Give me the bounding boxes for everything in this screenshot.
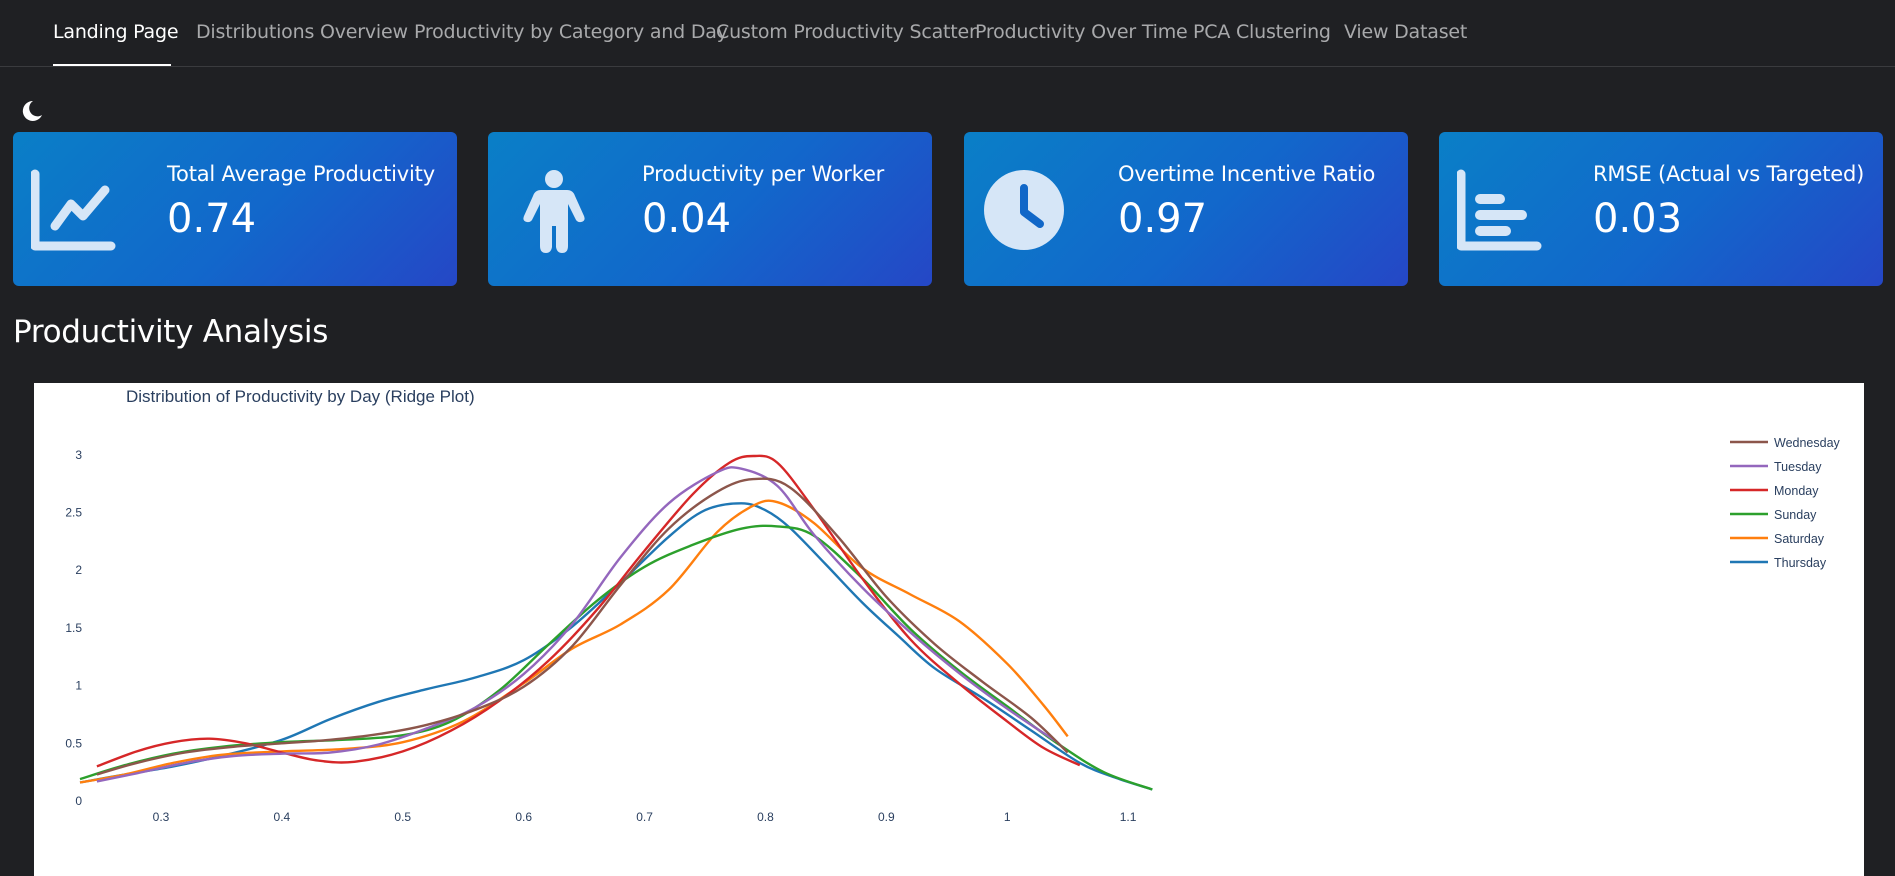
legend-item-thursday[interactable]: Thursday xyxy=(1730,556,1827,570)
y-tick-label: 1.5 xyxy=(65,621,82,635)
tab-custom-productivity-scatter[interactable]: Custom Productivity Scatter xyxy=(716,0,977,66)
theme-toggle-button[interactable] xyxy=(18,98,44,124)
kpi-title: Total Average Productivity xyxy=(167,162,435,186)
x-tick-label: 0.8 xyxy=(757,810,774,824)
kpi-card-total-average-productivity: Total Average Productivity 0.74 xyxy=(13,132,457,286)
moon-icon xyxy=(22,100,42,121)
legend-label: Saturday xyxy=(1774,532,1825,546)
ridge-plot-chart: Distribution of Productivity by Day (Rid… xyxy=(34,383,1864,876)
x-tick-label: 0.9 xyxy=(878,810,895,824)
legend-label: Sunday xyxy=(1774,508,1817,522)
legend-item-saturday[interactable]: Saturday xyxy=(1730,532,1825,546)
kpi-value: 0.74 xyxy=(167,196,257,242)
kpi-card-rmse: RMSE (Actual vs Targeted) 0.03 xyxy=(1439,132,1883,286)
x-tick-label: 0.7 xyxy=(636,810,653,824)
tab-landing-page[interactable]: Landing Page xyxy=(53,0,179,66)
tab-pca-clustering[interactable]: PCA Clustering xyxy=(1193,0,1331,66)
y-tick-label: 3 xyxy=(75,448,82,462)
clock-icon xyxy=(984,170,1070,256)
kpi-card-overtime-incentive-ratio: Overtime Incentive Ratio 0.97 xyxy=(964,132,1408,286)
legend-label: Monday xyxy=(1774,484,1819,498)
legend-label: Wednesday xyxy=(1774,436,1841,450)
x-tick-label: 0.6 xyxy=(515,810,532,824)
x-tick-label: 1 xyxy=(1004,810,1011,824)
y-tick-label: 0 xyxy=(75,794,82,808)
x-tick-label: 1.1 xyxy=(1120,810,1137,824)
legend-item-monday[interactable]: Monday xyxy=(1730,484,1819,498)
tab-distributions-overview[interactable]: Distributions Overview xyxy=(196,0,408,66)
y-tick-label: 2 xyxy=(75,563,82,577)
tab-productivity-over-time[interactable]: Productivity Over Time xyxy=(975,0,1188,66)
y-tick-label: 2.5 xyxy=(65,506,82,520)
series-line-sunday[interactable] xyxy=(79,524,1153,791)
line-chart-icon xyxy=(30,168,117,254)
kpi-value: 0.03 xyxy=(1593,196,1683,242)
kpi-title: Overtime Incentive Ratio xyxy=(1118,162,1376,186)
person-icon xyxy=(506,168,592,254)
legend-item-tuesday[interactable]: Tuesday xyxy=(1730,460,1822,474)
kpi-card-productivity-per-worker: Productivity per Worker 0.04 xyxy=(488,132,932,286)
legend-label: Thursday xyxy=(1774,556,1827,570)
bar-chart-icon xyxy=(1456,168,1543,254)
top-navbar: Landing Page Distributions Overview Prod… xyxy=(0,0,1895,67)
y-tick-label: 0.5 xyxy=(65,736,82,750)
x-tick-label: 0.3 xyxy=(153,810,170,824)
legend-item-sunday[interactable]: Sunday xyxy=(1730,508,1817,522)
chart-canvas: Distribution of Productivity by Day (Rid… xyxy=(65,387,1841,824)
kpi-title: Productivity per Worker xyxy=(642,162,885,186)
y-tick-label: 1 xyxy=(75,679,82,693)
kpi-value: 0.97 xyxy=(1118,196,1208,242)
section-title: Productivity Analysis xyxy=(13,314,329,350)
kpi-title: RMSE (Actual vs Targeted) xyxy=(1593,162,1865,186)
tab-view-dataset[interactable]: View Dataset xyxy=(1344,0,1467,66)
x-tick-label: 0.4 xyxy=(274,810,291,824)
chart-title: Distribution of Productivity by Day (Rid… xyxy=(126,387,475,406)
x-tick-label: 0.5 xyxy=(394,810,411,824)
kpi-value: 0.04 xyxy=(642,196,732,242)
legend-item-wednesday[interactable]: Wednesday xyxy=(1730,436,1841,450)
legend-label: Tuesday xyxy=(1774,460,1822,474)
tab-productivity-by-category-and-day[interactable]: Productivity by Category and Day xyxy=(414,0,728,66)
